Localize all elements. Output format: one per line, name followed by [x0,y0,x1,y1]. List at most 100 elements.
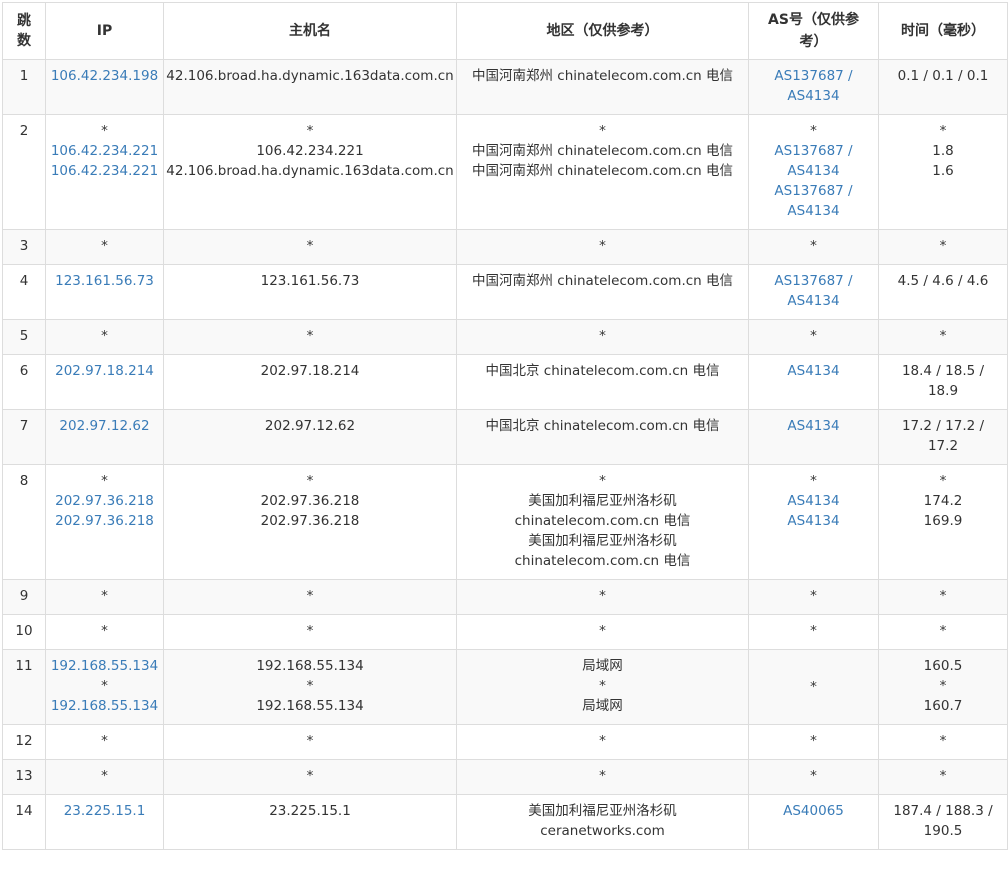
region-text: * [599,768,606,784]
ip-link[interactable]: 106.42.234.221 [46,141,163,161]
as-link[interactable]: AS4134 [749,361,878,381]
header-as-number: AS号（仅供参考） [748,2,879,60]
as-link[interactable]: AS4134 [749,161,878,181]
hop-number: 10 [2,614,46,650]
hop-number: 8 [2,464,46,580]
table-row: 1 106.42.234.198 42.106.broad.ha.dynamic.1… [2,59,1008,115]
hop-number: 2 [2,114,46,230]
host-text: 202.97.12.62 [264,418,356,434]
region-text: 美国加利福尼亚州洛杉矶 [528,493,677,509]
region-text: 局域网 [582,698,623,714]
time-text: * [939,473,947,489]
time-text: 187.4 / 188.3 / [893,803,993,819]
as-link[interactable]: AS4134 [749,201,878,221]
hop-number: 5 [2,319,46,355]
time-text: 1.6 [932,163,954,179]
time-text: 4.5 / 4.6 / 4.6 [897,273,989,289]
ip-cell: 202.97.12.62 [45,409,164,465]
hop-number: 6 [2,354,46,410]
as-link[interactable]: AS40065 [749,801,878,821]
ip-text: * [101,733,108,749]
as-link[interactable]: AS4134 [749,491,878,511]
ip-link[interactable]: 192.168.55.134 [46,656,163,676]
as-text: * [810,623,817,639]
as-link[interactable]: AS137687 / [749,66,878,86]
as-text: * [810,238,817,254]
as-link[interactable]: AS137687 / [749,271,878,291]
region-text: chinatelecom.com.cn 电信 [514,553,691,569]
table-row: 13 * * * * * [2,759,1008,795]
ip-link[interactable]: 192.168.55.134 [46,696,163,716]
region-text: 中国北京 chinatelecom.com.cn 电信 [485,363,720,379]
time-text: 18.9 [927,383,959,399]
time-text: * [939,588,947,604]
ip-link[interactable]: 106.42.234.198 [46,66,163,86]
ip-link[interactable]: 106.42.234.221 [46,161,163,181]
region-cell: * [456,614,749,650]
region-text: * [599,238,606,254]
as-cell: * [748,649,879,725]
as-link[interactable]: AS137687 / [749,141,878,161]
ip-link[interactable]: 123.161.56.73 [46,271,163,291]
time-cell: * [878,724,1008,760]
ip-cell: * [45,724,164,760]
table-row: 14 23.225.15.1 23.225.15.1 美国加利福尼亚州洛杉矶 ceran… [2,794,1008,850]
as-cell: * [748,319,879,355]
region-cell: * [456,579,749,615]
ip-link[interactable]: 202.97.36.218 [46,491,163,511]
as-link[interactable]: AS4134 [749,291,878,311]
time-text: 18.4 / 18.5 / [901,363,985,379]
as-link[interactable]: AS4134 [749,511,878,531]
time-text: 169.9 [923,513,963,529]
time-cell: * [878,229,1008,265]
ip-link[interactable]: 202.97.12.62 [46,416,163,436]
hop-number: 3 [2,229,46,265]
hostname-cell: * [163,319,457,355]
as-link[interactable]: AS4134 [749,416,878,436]
region-text: 局域网 [582,658,623,674]
region-cell: * 中国河南郑州 chinatelecom.com.cn 电信 中国河南郑州 chi… [456,114,749,230]
table-row: 6 202.97.18.214 202.97.18.214 中国北京 chinatel… [2,354,1008,410]
ip-cell: * [45,229,164,265]
region-cell: * 美国加利福尼亚州洛杉矶 chinatelecom.com.cn 电信 美国加利福尼… [456,464,749,580]
time-text: 17.2 / 17.2 / [901,418,985,434]
table-row: 10 * * * * * [2,614,1008,650]
time-cell: * 174.2 169.9 [878,464,1008,580]
ip-cell: * [45,759,164,795]
as-cell: * [748,579,879,615]
host-text: * [306,588,314,604]
as-text: * [810,679,817,695]
ip-text: * [101,328,108,344]
time-cell: 4.5 / 4.6 / 4.6 [878,264,1008,320]
region-text: * [599,623,606,639]
as-cell: AS4134 [748,354,879,410]
host-text: * [306,768,314,784]
hostname-cell: * [163,614,457,650]
as-cell: * [748,229,879,265]
time-cell: * [878,579,1008,615]
time-cell: 187.4 / 188.3 / 190.5 [878,794,1008,850]
host-text: 42.106.broad.ha.dynamic.163data.com.cn [166,68,454,84]
ip-text: * [101,588,108,604]
as-cell: AS137687 /AS4134 [748,264,879,320]
time-text: 190.5 [923,823,963,839]
as-cell: * [748,759,879,795]
as-cell: * AS137687 /AS4134 AS137687 /AS4134 [748,114,879,230]
time-text: * [939,733,947,749]
ip-link[interactable]: 202.97.36.218 [46,511,163,531]
ip-link[interactable]: 23.225.15.1 [46,801,163,821]
as-link[interactable]: AS4134 [749,86,878,106]
ip-cell: 123.161.56.73 [45,264,164,320]
hostname-cell: * 106.42.234.221 42.106.broad.ha.dynamic.1… [163,114,457,230]
hop-number: 12 [2,724,46,760]
as-text: * [810,768,817,784]
time-text: * [939,328,947,344]
table-header-row: 跳数 IP 主机名 地区（仅供参考） AS号（仅供参考） 时间（毫秒） [2,2,1008,60]
as-text: * [810,588,817,604]
region-text: * [599,123,606,139]
time-cell: 17.2 / 17.2 / 17.2 [878,409,1008,465]
ip-link[interactable]: 202.97.18.214 [46,361,163,381]
time-text: * [939,678,947,694]
region-text: * [599,733,606,749]
as-link[interactable]: AS137687 / [749,181,878,201]
